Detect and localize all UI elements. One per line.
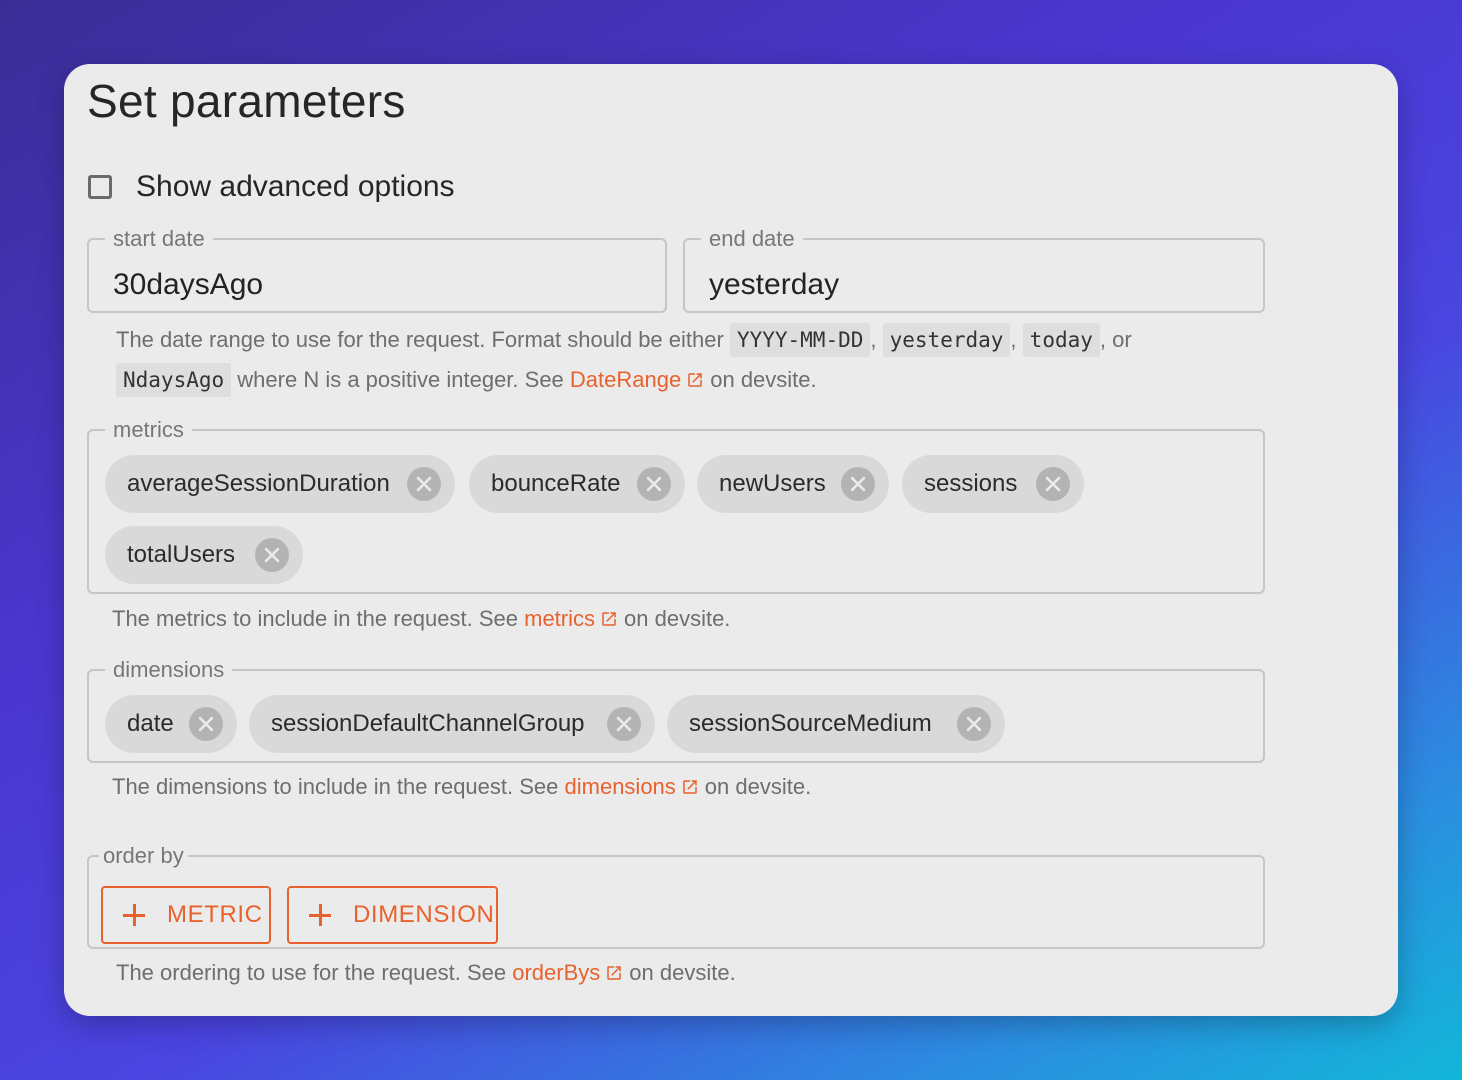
yesterday-code: yesterday [882,323,1011,357]
order-by-helper-prefix: The ordering to use for the request. See [116,960,507,985]
open-in-new-icon[interactable] [600,610,618,628]
date-helper-sep: , [870,327,877,352]
metrics-helper-text: The metrics to include in the request. S… [112,599,730,639]
start-date-input[interactable]: 30daysAgo [113,268,263,302]
date-helper-text: The date range to use for the request. F… [116,320,1236,400]
dimensions-helper-prefix: The dimensions to include in the request… [112,774,559,799]
order-by-helper-text: The ordering to use for the request. See… [116,953,736,993]
start-date-field[interactable]: start date 30daysAgo [87,228,667,313]
chip-label: sessionDefaultChannelGroup [271,710,585,737]
parameters-card: Set parameters Show advanced options sta… [64,64,1398,1016]
orderbys-link[interactable]: orderBys [512,960,600,985]
cancel-circle-icon[interactable] [637,467,671,501]
cancel-circle-icon[interactable] [407,467,441,501]
metric-chip[interactable]: sessions [902,455,1084,513]
dimensions-helper-suffix: on devsite. [704,774,812,799]
date-helper-sep: , [1010,327,1017,352]
end-date-label: end date [709,226,795,251]
open-in-new-icon[interactable] [686,371,704,389]
chip-label: sessions [924,470,1018,497]
dimension-chip[interactable]: sessionDefaultChannelGroup [249,695,655,753]
metric-chip[interactable]: totalUsers [105,526,303,584]
cancel-circle-icon[interactable] [957,707,991,741]
cancel-circle-icon[interactable] [841,467,875,501]
plus-icon [309,904,331,926]
open-in-new-icon[interactable] [681,778,699,796]
start-date-label: start date [113,226,205,251]
end-date-input[interactable]: yesterday [709,268,839,302]
metric-chip[interactable]: newUsers [697,455,889,513]
add-dimension-order-button[interactable]: DIMENSION [287,886,498,944]
date-helper-sep: , or [1099,327,1132,352]
chip-label: averageSessionDuration [127,470,390,497]
today-code: today [1022,323,1100,357]
metrics-label: metrics [113,417,184,442]
dimension-chip[interactable]: sessionSourceMedium [667,695,1005,753]
order-by-field: order by METRIC DIMENSION [87,845,1265,949]
page-title: Set parameters [87,75,406,127]
add-dimension-label: DIMENSION [353,901,495,928]
chip-label: date [127,710,174,737]
metrics-helper-prefix: The metrics to include in the request. S… [112,606,518,631]
daterange-link[interactable]: DateRange [570,367,681,392]
chip-label: newUsers [719,470,826,497]
advanced-options-toggle[interactable]: Show advanced options [88,170,455,204]
chip-label: sessionSourceMedium [689,710,932,737]
date-format-code: YYYY-MM-DD [729,323,871,357]
metrics-link[interactable]: metrics [524,606,595,631]
dimensions-label: dimensions [113,657,225,682]
date-helper-prefix: The date range to use for the request. F… [116,327,724,352]
open-in-new-icon[interactable] [605,964,623,982]
dimensions-helper-text: The dimensions to include in the request… [112,767,811,807]
metric-chip[interactable]: averageSessionDuration [105,455,455,513]
cancel-circle-icon[interactable] [255,538,289,572]
metrics-helper-suffix: on devsite. [624,606,731,631]
end-date-field[interactable]: end date yesterday [683,228,1265,313]
dimensions-link[interactable]: dimensions [565,774,676,799]
metrics-field: metrics averageSessionDuration bounceRat… [87,419,1265,594]
dimension-chip[interactable]: date [105,695,237,753]
chip-label: totalUsers [127,541,236,568]
metric-chip[interactable]: bounceRate [469,455,685,513]
ndaysago-code: NdaysAgo [116,363,232,397]
cancel-circle-icon[interactable] [607,707,641,741]
date-helper-suffix: on devsite. [710,367,817,392]
order-by-helper-suffix: on devsite. [629,960,736,985]
checkbox-unchecked-icon[interactable] [88,175,112,199]
cancel-circle-icon[interactable] [1036,467,1070,501]
chip-label: bounceRate [491,470,621,497]
order-by-label: order by [103,843,184,868]
add-metric-order-button[interactable]: METRIC [101,886,271,944]
plus-icon [123,904,145,926]
add-metric-label: METRIC [167,901,263,928]
advanced-options-label: Show advanced options [136,170,455,203]
dimensions-field: dimensions date sessionDefaultChannelGro… [87,659,1265,763]
cancel-circle-icon[interactable] [189,707,223,741]
date-helper-middle: where N is a positive integer. See [237,367,564,392]
